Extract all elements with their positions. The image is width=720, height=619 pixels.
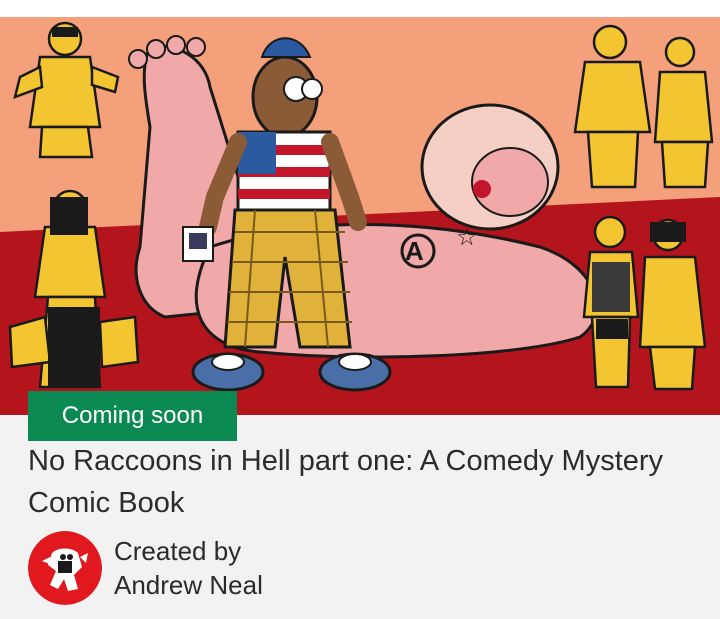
creator-info[interactable]: Created by Andrew Neal bbox=[28, 531, 263, 605]
creator-name[interactable]: Andrew Neal bbox=[114, 568, 263, 602]
cover-image[interactable]: A ☆ bbox=[0, 17, 720, 415]
created-by-label: Created by bbox=[114, 536, 242, 566]
svg-text:A: A bbox=[405, 236, 424, 266]
project-title[interactable]: No Raccoons in Hell part one: A Comedy M… bbox=[28, 440, 708, 524]
creator-avatar-icon[interactable] bbox=[28, 531, 102, 605]
top-bar bbox=[0, 0, 720, 17]
project-card[interactable]: A ☆ Coming soon No Raccoons in Hell part… bbox=[0, 0, 720, 619]
creator-text: Created by Andrew Neal bbox=[114, 534, 263, 602]
status-badge: Coming soon bbox=[28, 391, 237, 441]
svg-text:☆: ☆ bbox=[456, 223, 478, 251]
comic-cover-illustration: A ☆ bbox=[0, 17, 720, 415]
